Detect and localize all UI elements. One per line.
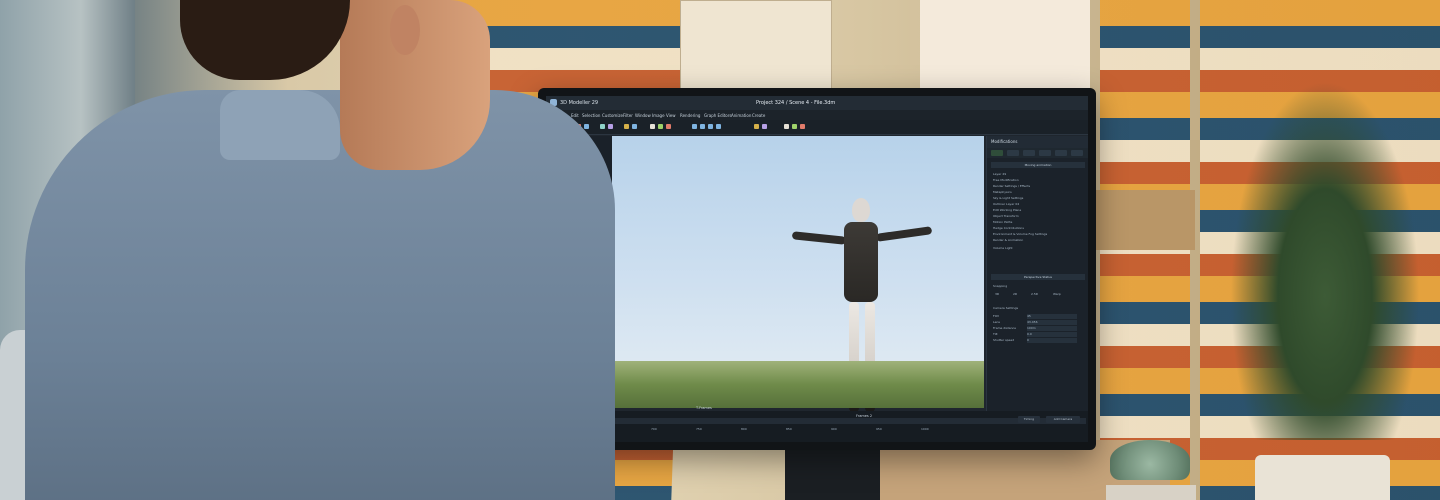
- plant-pot: [1255, 455, 1390, 500]
- timeline-tick: 800: [741, 427, 747, 431]
- render-tool-icon[interactable]: [650, 124, 655, 129]
- modifier-row[interactable]: Render Settings / Effects: [993, 184, 1083, 189]
- photo-scene: 3D Modeller 29 Project 324 / Scene 4 - F…: [0, 0, 1440, 500]
- menu-graph-editors[interactable]: Graph Editors: [704, 113, 731, 118]
- house-plant: [1230, 80, 1420, 440]
- camera-field-value[interactable]: 100m: [1027, 326, 1077, 331]
- modifications-panel: Modifications Moving animation Layer 29 …: [986, 136, 1088, 411]
- snap-tool-icon[interactable]: [600, 124, 605, 129]
- modifier-row[interactable]: Sky & Light Settings: [993, 196, 1083, 201]
- snap-2d-option[interactable]: 2D: [1013, 292, 1027, 297]
- hair: [180, 0, 350, 80]
- menu-filter[interactable]: Filter: [623, 113, 633, 118]
- modifier-row[interactable]: Edit Working Plane: [993, 208, 1083, 213]
- timing-button[interactable]: Timing: [1018, 416, 1040, 423]
- modifier-row[interactable]: Hedge Contributions: [993, 226, 1083, 231]
- character-arm-left: [791, 231, 847, 245]
- modifier-row[interactable]: Metaphysics: [993, 190, 1083, 195]
- menu-image[interactable]: Image: [652, 113, 665, 118]
- teapot-icon[interactable]: [792, 124, 797, 129]
- camera-field-value[interactable]: 45: [1027, 314, 1077, 319]
- wall-frame: [920, 0, 1090, 90]
- sun-tool-icon[interactable]: [754, 124, 759, 129]
- camera-field-value[interactable]: 43.456: [1027, 320, 1077, 325]
- sphere-tool-icon[interactable]: [762, 124, 767, 129]
- wall-picture: [680, 0, 832, 94]
- layer-tool-icon[interactable]: [632, 124, 637, 129]
- snap-2-5d-option[interactable]: 2.5D: [1031, 292, 1047, 297]
- modifier-tab-utilities-icon[interactable]: [1071, 150, 1083, 156]
- timeline[interactable]: [612, 418, 1086, 424]
- modifier-tab-create-icon[interactable]: [991, 150, 1003, 156]
- menu-customize[interactable]: Customize: [602, 113, 623, 118]
- modifications-title: Modifications: [987, 136, 1088, 148]
- camera-field-label: FOV: [993, 314, 1000, 318]
- character-torso: [844, 222, 878, 302]
- timeline-tick: 850: [786, 427, 792, 431]
- align-tool-icon[interactable]: [624, 124, 629, 129]
- export-tool-icon[interactable]: [716, 124, 721, 129]
- snap-warp-option[interactable]: Warp: [1053, 292, 1073, 297]
- character-head: [852, 198, 870, 222]
- modifier-tab-modify-icon[interactable]: [1007, 150, 1019, 156]
- timeline-tick: 950: [876, 427, 882, 431]
- camera-settings-label: Camera Settings: [993, 306, 1019, 310]
- light-tool-icon[interactable]: [666, 124, 671, 129]
- modifier-tab-hierarchy-icon[interactable]: [1023, 150, 1035, 156]
- person-at-desk: [0, 0, 615, 500]
- ear: [390, 5, 420, 55]
- bottom-bar: [546, 411, 1088, 442]
- mirror-tool-icon[interactable]: [608, 124, 613, 129]
- menu-rendering[interactable]: Rendering: [680, 113, 700, 118]
- timeline-tick: 900: [831, 427, 837, 431]
- camera-field-label: Shutter speed: [993, 338, 1015, 342]
- color-wheel-icon[interactable]: [800, 124, 805, 129]
- camera-field-value[interactable]: 0.0: [1027, 332, 1077, 337]
- menu-view[interactable]: View: [666, 113, 676, 118]
- menu-window[interactable]: Window: [635, 113, 651, 118]
- screen: 3D Modeller 29 Project 324 / Scene 4 - F…: [546, 96, 1088, 442]
- render-frame-icon[interactable]: [784, 124, 789, 129]
- save-tool-icon[interactable]: [708, 124, 713, 129]
- succulent-plant: [1110, 440, 1190, 480]
- camera-field-label: Tilt: [993, 332, 998, 336]
- shelf: [1095, 190, 1195, 250]
- patterned-curtain-mid: [1100, 0, 1190, 500]
- camera-tool-icon[interactable]: [692, 124, 697, 129]
- modifier-row[interactable]: Environment & Volume Fog Settings: [993, 232, 1083, 237]
- modifier-row[interactable]: Motion Paths: [993, 220, 1083, 225]
- snapping-label: Snapping: [993, 284, 1008, 288]
- character-arm-right: [875, 226, 933, 242]
- folder-tool-icon[interactable]: [700, 124, 705, 129]
- document-title: Project 324 / Scene 4 - File.3dm: [756, 100, 836, 106]
- camera-field-value[interactable]: 0: [1027, 338, 1077, 343]
- menu-animation[interactable]: Animation: [731, 113, 751, 118]
- timeline-tick: 700: [651, 427, 657, 431]
- perspective-status-section[interactable]: Perspective Status: [991, 274, 1085, 280]
- camera-field-label: Frame distance: [993, 326, 1017, 330]
- add-camera-button[interactable]: Add Camera: [1046, 416, 1080, 423]
- menu-create[interactable]: Create: [752, 113, 765, 118]
- succulent-pot: [1106, 485, 1196, 500]
- timeline-tick: 750: [696, 427, 702, 431]
- moving-animation-section[interactable]: Moving animation: [991, 162, 1085, 168]
- modifier-row[interactable]: Volume Light: [993, 246, 1083, 251]
- modifier-row[interactable]: Object Transform: [993, 214, 1083, 219]
- modifier-row[interactable]: Render & Animation: [993, 238, 1083, 243]
- material-tool-icon[interactable]: [658, 124, 663, 129]
- modifier-tab-motion-icon[interactable]: [1039, 150, 1051, 156]
- modifier-row[interactable]: Free Modification: [993, 178, 1083, 183]
- timeline-tick: 1000: [921, 427, 929, 431]
- modifier-row[interactable]: Outliner Layer 04: [993, 202, 1083, 207]
- monitor: 3D Modeller 29 Project 324 / Scene 4 - F…: [538, 88, 1096, 450]
- camera-field-label: Lens: [993, 320, 1000, 324]
- viewport-label-left: T-Frames: [696, 406, 712, 410]
- shirt-collar: [220, 90, 340, 160]
- modifier-tab-display-icon[interactable]: [1055, 150, 1067, 156]
- grass-ground: [612, 361, 984, 408]
- modifier-row[interactable]: Layer 29: [993, 172, 1083, 177]
- snap-3d-option[interactable]: 3D: [995, 292, 1009, 297]
